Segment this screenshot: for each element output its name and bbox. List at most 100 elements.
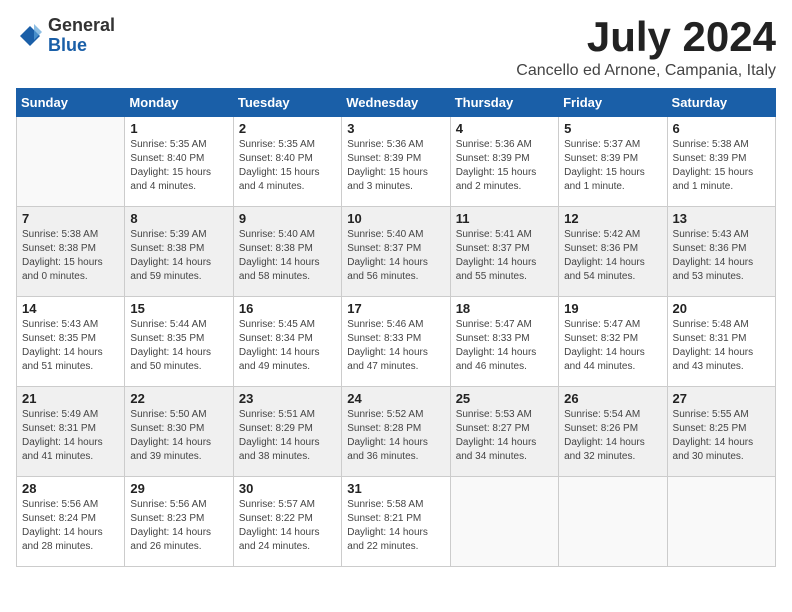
calendar-cell: 18 Sunrise: 5:47 AM Sunset: 8:33 PM Dayli… [450,297,558,387]
weekday-header-thursday: Thursday [450,89,558,117]
calendar-week-row: 14Sunrise: 5:43 AM Sunset: 8:35 PM Dayli… [17,297,776,387]
day-info: Sunrise: 5:40 AM Sunset: 8:38 PM Dayligh… [239,228,336,284]
weekday-header-sunday: Sunday [17,89,125,117]
day-info: Sunrise: 5:41 AM Sunset: 8:37 PM Dayligh… [456,228,553,284]
calendar-cell: 14Sunrise: 5:43 AM Sunset: 8:35 PM Dayli… [17,297,125,387]
day-number: 30 [239,481,336,496]
calendar-cell: 10 Sunrise: 5:40 AM Sunset: 8:37 PM Dayli… [342,207,450,297]
day-info: Sunrise: 5:47 AM Sunset: 8:33 PM Dayligh… [456,318,553,374]
day-number: 7 [22,211,119,226]
day-number: 14 [22,301,119,316]
calendar-week-row: 28Sunrise: 5:56 AM Sunset: 8:24 PM Dayli… [17,477,776,567]
calendar-cell: 31Sunrise: 5:58 AM Sunset: 8:21 PM Dayli… [342,477,450,567]
day-number: 1 [130,121,227,136]
day-number: 11 [456,211,553,226]
day-info: Sunrise: 5:56 AM Sunset: 8:23 PM Dayligh… [130,498,227,554]
day-info: Sunrise: 5:58 AM Sunset: 8:21 PM Dayligh… [347,498,444,554]
day-info: Sunrise: 5:47 AM Sunset: 8:32 PM Dayligh… [564,318,661,374]
day-number: 4 [456,121,553,136]
calendar-cell: 4 Sunrise: 5:36 AM Sunset: 8:39 PM Daylig… [450,117,558,207]
day-info: Sunrise: 5:56 AM Sunset: 8:24 PM Dayligh… [22,498,119,554]
day-info: Sunrise: 5:35 AM Sunset: 8:40 PM Dayligh… [130,138,227,194]
day-number: 6 [673,121,770,136]
day-number: 16 [239,301,336,316]
calendar-cell: 24Sunrise: 5:52 AM Sunset: 8:28 PM Dayli… [342,387,450,477]
day-info: Sunrise: 5:46 AM Sunset: 8:33 PM Dayligh… [347,318,444,374]
day-info: Sunrise: 5:53 AM Sunset: 8:27 PM Dayligh… [456,408,553,464]
weekday-header-friday: Friday [559,89,667,117]
calendar-cell: 27Sunrise: 5:55 AM Sunset: 8:25 PM Dayli… [667,387,775,477]
day-info: Sunrise: 5:35 AM Sunset: 8:40 PM Dayligh… [239,138,336,194]
day-number: 9 [239,211,336,226]
calendar-cell: 25 Sunrise: 5:53 AM Sunset: 8:27 PM Dayli… [450,387,558,477]
day-number: 19 [564,301,661,316]
calendar-cell: 22 Sunrise: 5:50 AM Sunset: 8:30 PM Dayli… [125,387,233,477]
day-number: 13 [673,211,770,226]
calendar-cell: 5Sunrise: 5:37 AM Sunset: 8:39 PM Daylig… [559,117,667,207]
day-info: Sunrise: 5:38 AM Sunset: 8:39 PM Dayligh… [673,138,770,194]
day-number: 18 [456,301,553,316]
calendar-cell [667,477,775,567]
weekday-header-saturday: Saturday [667,89,775,117]
logo-icon [16,22,44,50]
day-number: 20 [673,301,770,316]
day-number: 10 [347,211,444,226]
day-number: 21 [22,391,119,406]
day-number: 22 [130,391,227,406]
day-number: 29 [130,481,227,496]
day-info: Sunrise: 5:52 AM Sunset: 8:28 PM Dayligh… [347,408,444,464]
day-info: Sunrise: 5:36 AM Sunset: 8:39 PM Dayligh… [456,138,553,194]
calendar-week-row: 1 Sunrise: 5:35 AM Sunset: 8:40 PM Daylig… [17,117,776,207]
calendar-cell: 6 Sunrise: 5:38 AM Sunset: 8:39 PM Daylig… [667,117,775,207]
page-header: General Blue July 2024 Cancello ed Arnon… [16,16,776,80]
calendar-cell: 7 Sunrise: 5:38 AM Sunset: 8:38 PM Daylig… [17,207,125,297]
calendar-cell: 9 Sunrise: 5:40 AM Sunset: 8:38 PM Daylig… [233,207,341,297]
day-number: 26 [564,391,661,406]
calendar-cell [450,477,558,567]
day-info: Sunrise: 5:37 AM Sunset: 8:39 PM Dayligh… [564,138,661,194]
weekday-header-monday: Monday [125,89,233,117]
day-info: Sunrise: 5:51 AM Sunset: 8:29 PM Dayligh… [239,408,336,464]
calendar-cell: 12 Sunrise: 5:42 AM Sunset: 8:36 PM Dayli… [559,207,667,297]
logo-general-text: General [48,16,115,36]
day-info: Sunrise: 5:42 AM Sunset: 8:36 PM Dayligh… [564,228,661,284]
calendar-cell: 20 Sunrise: 5:48 AM Sunset: 8:31 PM Dayli… [667,297,775,387]
day-info: Sunrise: 5:38 AM Sunset: 8:38 PM Dayligh… [22,228,119,284]
day-number: 25 [456,391,553,406]
day-number: 12 [564,211,661,226]
calendar-cell: 29 Sunrise: 5:56 AM Sunset: 8:23 PM Dayli… [125,477,233,567]
day-number: 8 [130,211,227,226]
day-info: Sunrise: 5:49 AM Sunset: 8:31 PM Dayligh… [22,408,119,464]
calendar-week-row: 7 Sunrise: 5:38 AM Sunset: 8:38 PM Daylig… [17,207,776,297]
weekday-header-tuesday: Tuesday [233,89,341,117]
calendar-week-row: 21 Sunrise: 5:49 AM Sunset: 8:31 PM Dayli… [17,387,776,477]
calendar-cell: 28Sunrise: 5:56 AM Sunset: 8:24 PM Dayli… [17,477,125,567]
logo-blue-text: Blue [48,36,115,56]
calendar-cell: 11 Sunrise: 5:41 AM Sunset: 8:37 PM Dayli… [450,207,558,297]
calendar-header-row: SundayMondayTuesdayWednesdayThursdayFrid… [17,89,776,117]
calendar-cell: 16 Sunrise: 5:45 AM Sunset: 8:34 PM Dayli… [233,297,341,387]
month-title: July 2024 [516,16,776,58]
day-info: Sunrise: 5:44 AM Sunset: 8:35 PM Dayligh… [130,318,227,374]
day-info: Sunrise: 5:45 AM Sunset: 8:34 PM Dayligh… [239,318,336,374]
day-info: Sunrise: 5:43 AM Sunset: 8:36 PM Dayligh… [673,228,770,284]
title-area: July 2024 Cancello ed Arnone, Campania, … [516,16,776,80]
day-number: 3 [347,121,444,136]
calendar-cell: 8 Sunrise: 5:39 AM Sunset: 8:38 PM Daylig… [125,207,233,297]
calendar-cell: 19 Sunrise: 5:47 AM Sunset: 8:32 PM Dayli… [559,297,667,387]
weekday-header-wednesday: Wednesday [342,89,450,117]
day-info: Sunrise: 5:36 AM Sunset: 8:39 PM Dayligh… [347,138,444,194]
day-number: 27 [673,391,770,406]
day-number: 2 [239,121,336,136]
day-info: Sunrise: 5:57 AM Sunset: 8:22 PM Dayligh… [239,498,336,554]
calendar-cell: 17Sunrise: 5:46 AM Sunset: 8:33 PM Dayli… [342,297,450,387]
calendar-cell: 23 Sunrise: 5:51 AM Sunset: 8:29 PM Dayli… [233,387,341,477]
day-info: Sunrise: 5:40 AM Sunset: 8:37 PM Dayligh… [347,228,444,284]
day-info: Sunrise: 5:50 AM Sunset: 8:30 PM Dayligh… [130,408,227,464]
calendar-cell [559,477,667,567]
logo: General Blue [16,16,115,56]
day-number: 23 [239,391,336,406]
day-info: Sunrise: 5:39 AM Sunset: 8:38 PM Dayligh… [130,228,227,284]
day-info: Sunrise: 5:48 AM Sunset: 8:31 PM Dayligh… [673,318,770,374]
calendar-cell: 3 Sunrise: 5:36 AM Sunset: 8:39 PM Daylig… [342,117,450,207]
